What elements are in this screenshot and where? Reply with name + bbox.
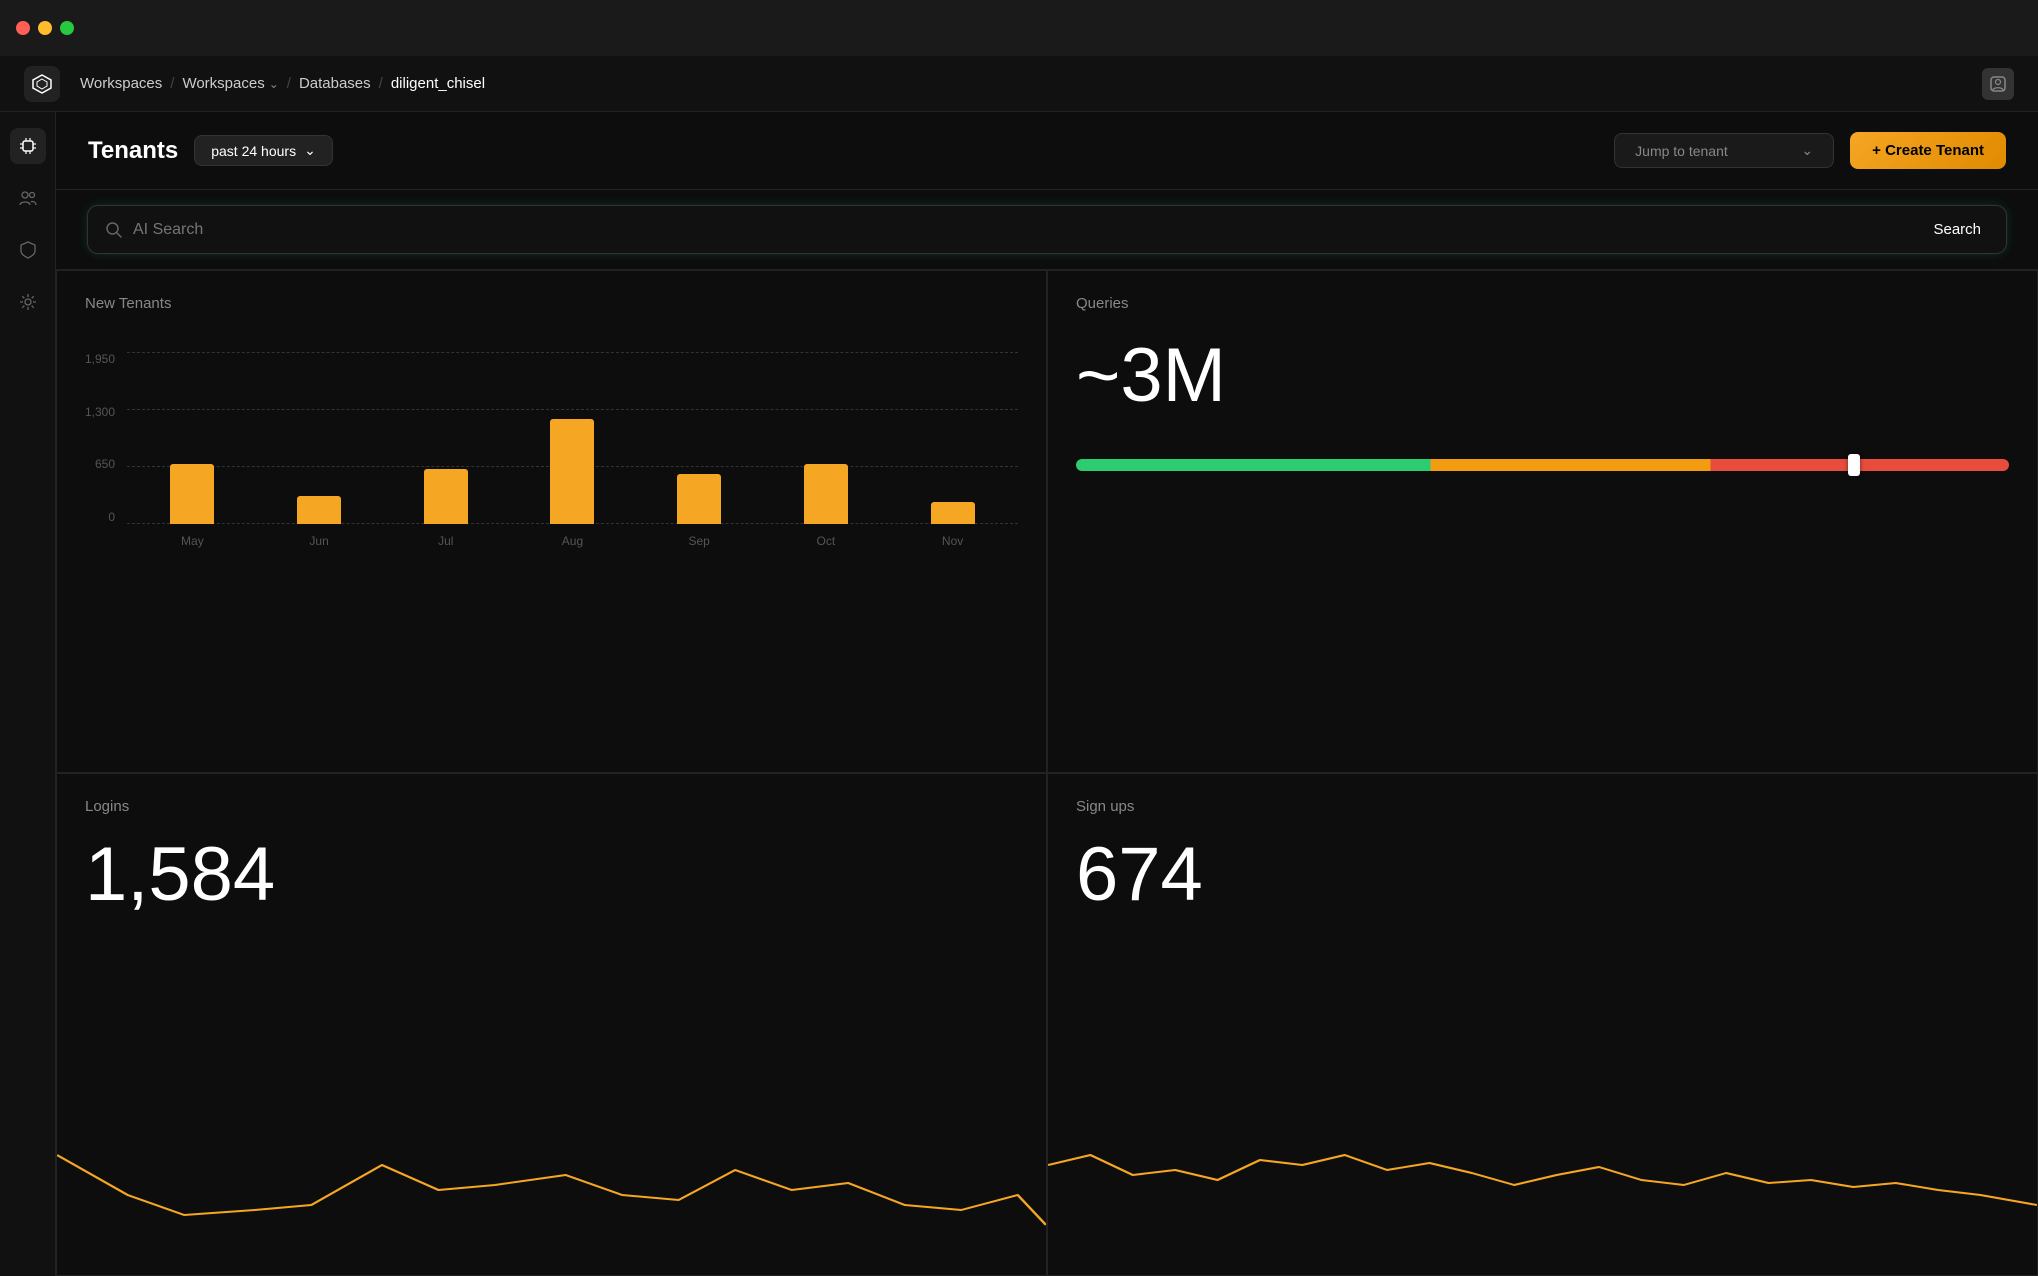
bar-label-jul: Jul <box>438 534 453 548</box>
signups-title: Sign ups <box>1076 798 2009 815</box>
gauge-bar <box>1076 459 2009 471</box>
page-header: Tenants past 24 hours ⌄ Jump to tenant ⌄… <box>56 112 2038 190</box>
bar-label-nov: Nov <box>942 534 963 548</box>
app-logo <box>24 66 60 102</box>
breadcrumb-db-name[interactable]: diligent_chisel <box>391 75 485 92</box>
jump-to-tenant-select[interactable]: Jump to tenant ⌄ <box>1614 133 1834 168</box>
time-filter-chevron: ⌄ <box>304 142 316 159</box>
signups-sparkline <box>1048 1095 2037 1275</box>
bar-label-sep: Sep <box>689 534 710 548</box>
dashboard: New Tenants 1,950 1,300 650 0 <box>56 270 2038 1276</box>
search-input[interactable] <box>133 221 1915 239</box>
bar-jun <box>297 496 341 524</box>
title-bar <box>0 0 2038 56</box>
time-filter-select[interactable]: past 24 hours ⌄ <box>194 135 333 166</box>
bar-label-jun: Jun <box>309 534 328 548</box>
breadcrumb-workspaces2[interactable]: Workspaces <box>182 75 264 92</box>
breadcrumb-databases[interactable]: Databases <box>299 75 371 92</box>
app-body: Tenants past 24 hours ⌄ Jump to tenant ⌄… <box>0 112 2038 1276</box>
minimize-button[interactable] <box>38 21 52 35</box>
nav-bar: Workspaces / Workspaces ⌄ / Databases / … <box>0 56 2038 112</box>
close-button[interactable] <box>16 21 30 35</box>
bar-group-nov: Nov <box>891 352 1014 524</box>
signups-panel: Sign ups 674 <box>1047 773 2038 1276</box>
main-content: Tenants past 24 hours ⌄ Jump to tenant ⌄… <box>56 112 2038 1276</box>
jump-to-label: Jump to tenant <box>1635 143 1728 159</box>
search-bar-container: Search <box>56 190 2038 270</box>
queries-title: Queries <box>1076 295 2009 312</box>
sidebar <box>0 112 56 1276</box>
bar-nov <box>931 502 975 524</box>
search-bar: Search <box>88 206 2006 253</box>
search-icon <box>105 221 123 239</box>
bars: May Jun Jul <box>127 352 1018 524</box>
bar-sep <box>677 474 721 524</box>
maximize-button[interactable] <box>60 21 74 35</box>
queries-value: ~3M <box>1076 332 2009 419</box>
bar-label-may: May <box>181 534 204 548</box>
bar-label-aug: Aug <box>562 534 583 548</box>
bar-group-may: May <box>131 352 254 524</box>
breadcrumb-sep-3: / <box>379 75 383 92</box>
bar-may <box>170 464 214 524</box>
sidebar-item-settings[interactable] <box>10 284 46 320</box>
bar-group-jun: Jun <box>258 352 381 524</box>
bar-group-sep: Sep <box>638 352 761 524</box>
traffic-lights <box>16 21 74 35</box>
bar-group-jul: Jul <box>384 352 507 524</box>
page-title: Tenants <box>88 137 178 165</box>
logins-panel: Logins 1,584 <box>56 773 1047 1276</box>
logins-value: 1,584 <box>85 831 1018 918</box>
breadcrumb: Workspaces / Workspaces ⌄ / Databases / … <box>80 75 485 92</box>
sidebar-item-shield[interactable] <box>10 232 46 268</box>
time-filter-label: past 24 hours <box>211 143 296 159</box>
bar-label-oct: Oct <box>817 534 836 548</box>
y-label-0: 0 <box>85 510 115 524</box>
bar-oct <box>804 464 848 524</box>
logins-title: Logins <box>85 798 1018 815</box>
search-button[interactable]: Search <box>1925 217 1989 242</box>
y-label-1300: 1,300 <box>85 405 115 419</box>
user-icon[interactable] <box>1982 68 2014 100</box>
signups-value: 674 <box>1076 831 2009 918</box>
sidebar-item-users[interactable] <box>10 180 46 216</box>
breadcrumb-sep-1: / <box>170 75 174 92</box>
logins-sparkline <box>57 1095 1046 1275</box>
bar-group-aug: Aug <box>511 352 634 524</box>
bar-aug <box>550 419 594 524</box>
new-tenants-panel: New Tenants 1,950 1,300 650 0 <box>56 270 1047 773</box>
create-tenant-button[interactable]: + Create Tenant <box>1850 132 2006 169</box>
jump-chevron-icon: ⌄ <box>1801 142 1813 159</box>
new-tenants-title: New Tenants <box>85 295 1018 312</box>
bar-jul <box>424 469 468 524</box>
breadcrumb-workspaces[interactable]: Workspaces <box>80 75 162 92</box>
queries-panel: Queries ~3M <box>1047 270 2038 773</box>
sidebar-item-cpu[interactable] <box>10 128 46 164</box>
gauge-handle <box>1848 454 1860 476</box>
y-label-1950: 1,950 <box>85 352 115 366</box>
bar-group-oct: Oct <box>765 352 888 524</box>
breadcrumb-sep-2: / <box>287 75 291 92</box>
y-label-650: 650 <box>85 457 115 471</box>
